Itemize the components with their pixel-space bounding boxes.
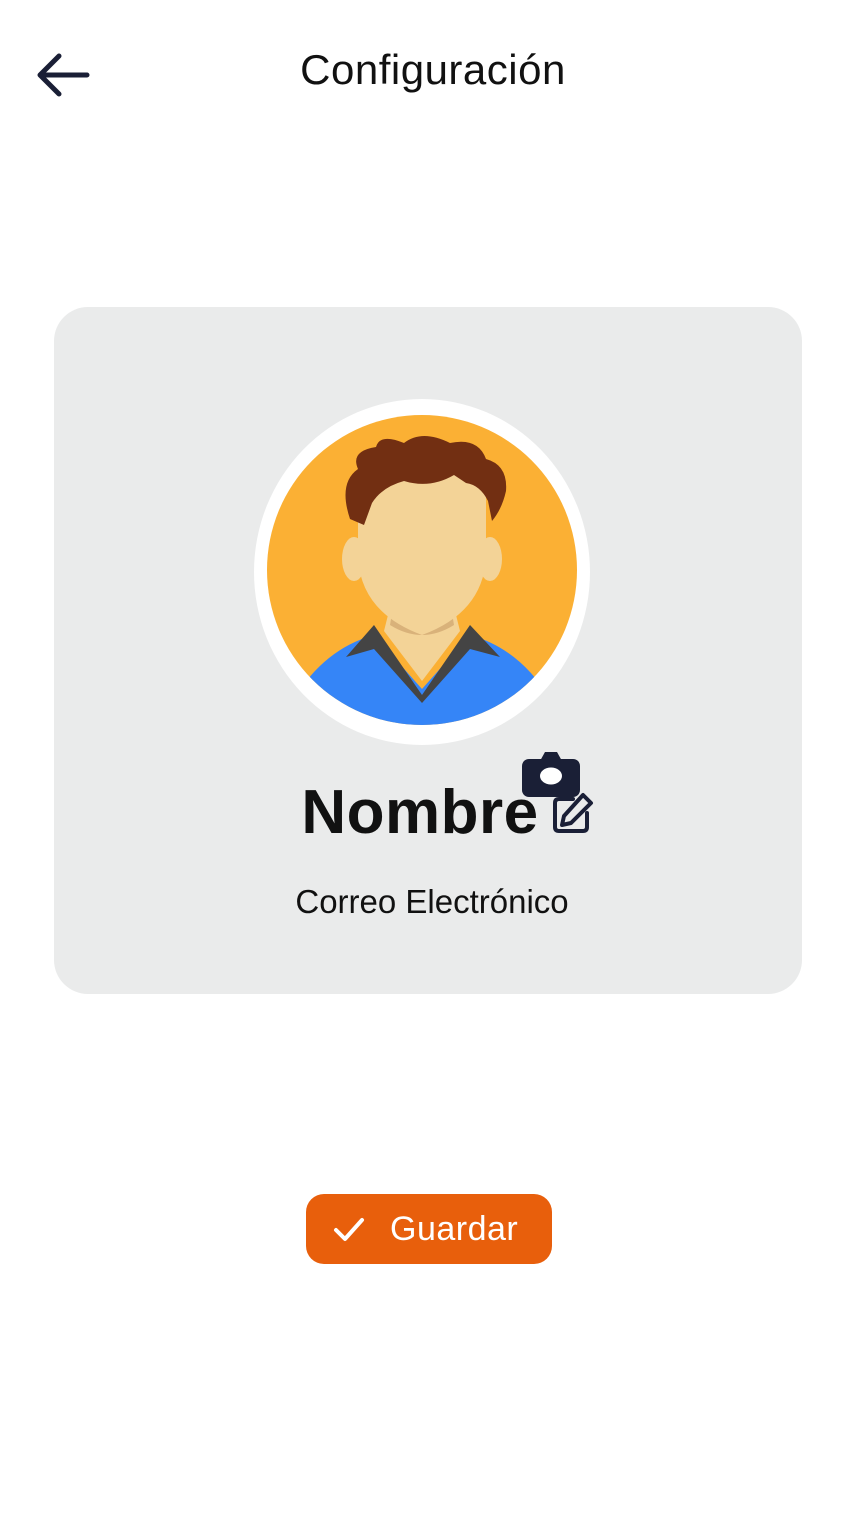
- user-email: Correo Electrónico: [295, 883, 569, 920]
- user-name: Nombre: [301, 777, 539, 847]
- top-bar: Configuración: [0, 0, 856, 150]
- save-label: Guardar: [390, 1209, 519, 1248]
- check-icon: [334, 1218, 364, 1241]
- user-avatar[interactable]: [254, 399, 590, 745]
- page-title: Configuración: [300, 46, 566, 93]
- profile-card: Nombre Correo Electrónico: [54, 307, 802, 994]
- avatar-container: [254, 399, 590, 797]
- save-button[interactable]: Guardar: [306, 1194, 552, 1264]
- edit-icon[interactable]: [549, 791, 595, 837]
- name-row: Nombre: [54, 777, 802, 847]
